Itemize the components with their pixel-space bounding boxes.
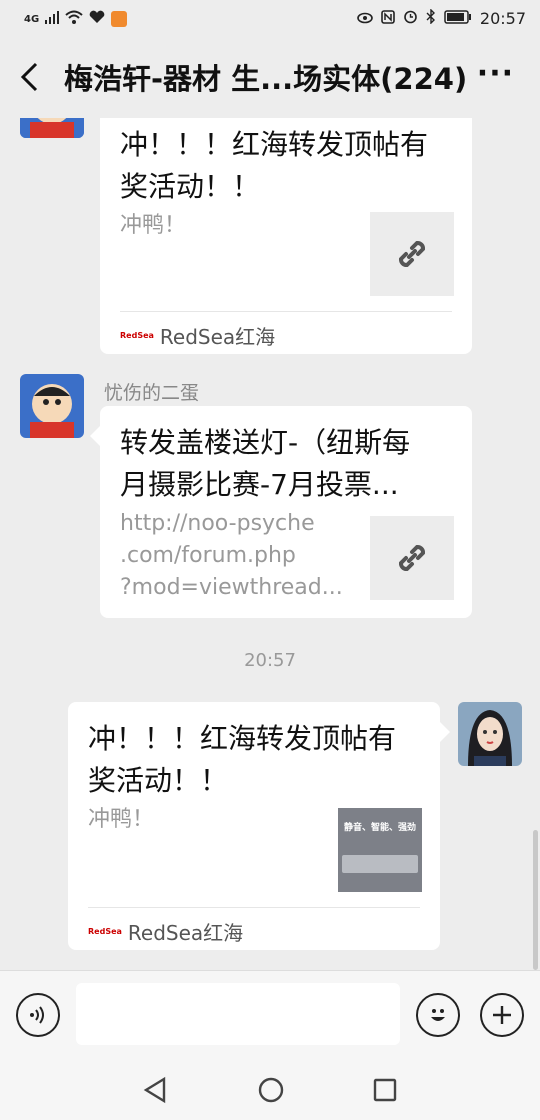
plus-icon[interactable] [480,993,524,1037]
card-description: 冲鸭！ [88,807,155,832]
avatar[interactable] [20,374,84,438]
bubble-tail [440,722,450,742]
timestamp: 20:57 [244,650,296,671]
source-logo: RedSea [120,331,154,340]
status-time: 20:57 [479,9,526,28]
chat-header: 梅浩轩-器材 生...场实体(224) ··· [0,40,540,118]
wifi-icon [65,10,83,28]
back-arrow-icon[interactable] [18,60,48,100]
input-bar [0,970,540,1062]
card-title-line: 月摄影比赛-7月投票... [120,468,399,501]
nav-home-icon[interactable] [257,1076,285,1108]
heart-icon [89,10,105,28]
status-bar: 4G 20:57 [0,0,540,40]
signal-icon [45,10,60,28]
nfc-icon [381,9,395,28]
link-icon [370,516,454,600]
source-logo: RedSea [88,927,122,936]
nav-back-icon[interactable] [142,1076,168,1108]
alarm-icon [403,9,418,28]
card-title-line: 冲！！！红海转发顶帖有 [120,128,429,161]
network-label: 4G [24,13,40,25]
link-card[interactable]: 冲！！！红海转发顶帖有 奖活动！！ 冲鸭！ RedSea RedSea红海 [100,118,472,354]
link-card[interactable]: 冲！！！红海转发顶帖有 奖活动！！ 冲鸭！ 静音、智能、强劲 RedSea Re… [68,702,440,950]
card-title-line: 奖活动！！ [88,764,229,797]
divider [88,907,420,908]
chat-messages[interactable]: 冲！！！红海转发顶帖有 奖活动！！ 冲鸭！ RedSea RedSea红海 忧伤… [0,118,540,970]
avatar[interactable] [20,118,84,138]
source-row: RedSea RedSea红海 [120,321,275,350]
message-input[interactable] [76,983,400,1045]
eye-icon [357,10,373,28]
app-notification-icon [111,11,128,27]
battery-icon [444,9,472,28]
chat-title: 梅浩轩-器材 生...场实体(224) [64,62,468,96]
avatar[interactable] [458,702,522,766]
more-dots-icon[interactable]: ··· [477,56,514,91]
card-url-line: ?mod=viewthread... [120,575,343,600]
sender-name: 忧伤的二蛋 [104,382,200,404]
card-url-line: http://noo-psyche [120,511,315,536]
emoji-icon[interactable] [416,993,460,1037]
system-nav-bar [0,1062,540,1120]
card-title-line: 转发盖楼送灯-（纽斯每 [120,426,411,459]
link-card[interactable]: 转发盖楼送灯-（纽斯每 月摄影比赛-7月投票... http://noo-psy… [100,406,472,618]
voice-icon[interactable] [16,993,60,1037]
bluetooth-icon [426,8,436,28]
source-name: RedSea红海 [159,325,276,349]
divider [120,311,452,312]
scrollbar[interactable] [533,830,538,970]
card-description: 冲鸭！ [120,213,187,238]
bubble-tail [90,426,100,446]
card-title-line: 冲！！！红海转发顶帖有 [88,722,397,755]
card-url-line: .com/forum.php [120,543,296,568]
source-row: RedSea RedSea红海 [88,917,243,946]
card-title-line: 奖活动！！ [120,170,261,203]
link-icon [370,212,454,296]
source-name: RedSea红海 [127,921,244,945]
thumbnail-caption: 静音、智能、强劲 [343,823,416,833]
nav-recent-icon[interactable] [372,1076,398,1108]
product-thumbnail: 静音、智能、强劲 [338,808,422,892]
